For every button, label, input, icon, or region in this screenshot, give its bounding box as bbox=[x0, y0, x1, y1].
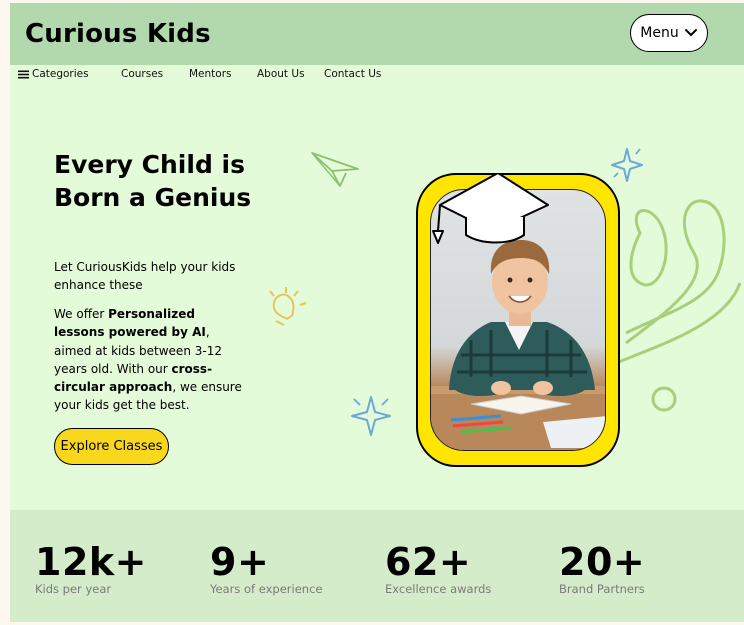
nav-about[interactable]: About Us bbox=[257, 68, 305, 80]
stat-value: 9+ bbox=[210, 540, 270, 584]
sparkle-icon bbox=[351, 396, 391, 436]
stat-label: Excellence awards bbox=[385, 582, 492, 596]
sparkle-icon bbox=[611, 148, 643, 182]
top-bar: Curious Kids Menu bbox=[10, 3, 744, 65]
stat-value: 20+ bbox=[559, 540, 646, 584]
chevron-down-icon bbox=[684, 29, 697, 37]
nav-categories[interactable]: Categories bbox=[18, 68, 89, 80]
stat-label: Kids per year bbox=[35, 582, 112, 596]
stats-section: 12k+ Kids per year 9+ Years of experienc… bbox=[10, 510, 744, 622]
nav-contact[interactable]: Contact Us bbox=[324, 68, 381, 80]
stat-item: 12k+ Kids per year bbox=[35, 540, 147, 596]
desc-text-1: We offer bbox=[54, 307, 109, 321]
explore-classes-button[interactable]: Explore Classes bbox=[54, 428, 169, 465]
nav-categories-label: Categories bbox=[32, 68, 89, 80]
lightbulb-icon bbox=[269, 287, 307, 326]
stat-label: Brand Partners bbox=[559, 582, 645, 596]
swirl-decoration bbox=[615, 199, 742, 412]
brand-logo[interactable]: Curious Kids bbox=[25, 19, 211, 49]
stat-item: 9+ Years of experience bbox=[210, 540, 322, 596]
stat-label: Years of experience bbox=[210, 582, 323, 596]
menu-button[interactable]: Menu bbox=[630, 14, 708, 52]
stat-value: 62+ bbox=[385, 540, 472, 584]
page: Curious Kids Menu Categories Courses Men… bbox=[10, 3, 744, 622]
paper-plane-icon bbox=[311, 152, 359, 187]
stat-value: 12k+ bbox=[35, 540, 147, 584]
nav-bar: Categories Courses Mentors About Us Cont… bbox=[10, 65, 744, 87]
menu-label: Menu bbox=[640, 25, 679, 41]
hero-title: Every Child is Born a Genius bbox=[54, 150, 252, 212]
graduation-cap-icon bbox=[432, 173, 549, 244]
stat-item: 62+ Excellence awards bbox=[385, 540, 491, 596]
nav-mentors[interactable]: Mentors bbox=[189, 68, 232, 80]
hero-photo-frame bbox=[416, 173, 620, 467]
nav-courses[interactable]: Courses bbox=[121, 68, 163, 80]
hero-subtitle: Let CuriousKids help your kids enhance t… bbox=[54, 260, 236, 292]
hamburger-icon bbox=[18, 70, 29, 78]
stat-item: 20+ Brand Partners bbox=[559, 540, 645, 596]
hero-description: We offer Personalized lessons powered by… bbox=[54, 305, 244, 415]
